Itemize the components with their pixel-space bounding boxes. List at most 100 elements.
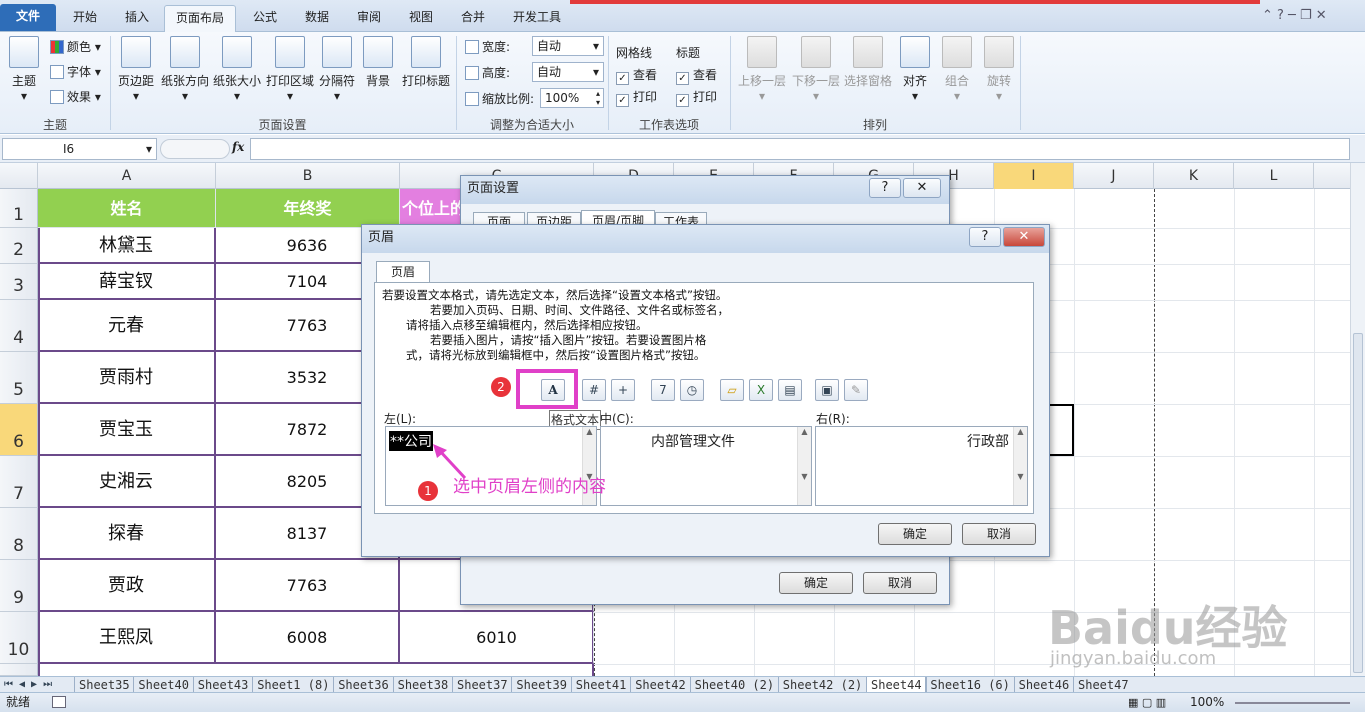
background-button[interactable]: 背景 [362,36,394,89]
sheet-tab[interactable]: Sheet37 [452,677,512,693]
row-header[interactable]: 1 [0,189,38,228]
tab-data[interactable]: 数据 [294,5,340,32]
breaks-button[interactable]: 分隔符 ▾ [318,36,356,103]
select-all-corner[interactable] [0,163,38,189]
sheet-nav-arrows[interactable]: ⏮ ◀ ▶ ⏭ [4,677,52,693]
sheet-tab[interactable]: Sheet47 [1073,677,1133,693]
tab-review[interactable]: 审阅 [346,5,392,32]
insert-picture-icon[interactable]: ▣ [815,379,839,401]
column-header[interactable]: J [1074,163,1154,189]
table-cell[interactable]: 元春 [38,300,216,352]
column-header[interactable]: K [1154,163,1234,189]
zoom-level[interactable]: 100% [1190,693,1224,712]
column-header[interactable]: A [38,163,216,189]
sheet-tab[interactable]: Sheet43 [192,677,253,693]
tab-file[interactable]: 文件 [0,4,56,31]
help-button[interactable]: ? [969,227,1001,247]
tab-header[interactable]: 页眉 [376,261,430,283]
row-header[interactable]: 9 [0,560,38,612]
vertical-scrollbar[interactable] [1350,163,1365,676]
formula-input[interactable] [250,138,1350,160]
header-bonus[interactable]: 年终奖 [216,189,400,228]
table-cell[interactable]: 史湘云 [38,456,216,508]
scrollbar[interactable]: ▲ ▼ [1013,427,1027,505]
row-header[interactable]: 5 [0,352,38,404]
row-header[interactable] [0,664,38,676]
table-cell[interactable]: 7763 [216,560,400,612]
gridlines-print-checkbox[interactable]: ✓ 打印 [616,88,657,107]
insert-date-icon[interactable]: 7 [651,379,675,401]
colors-button[interactable]: 颜色 ▾ [50,38,101,55]
row-header-selected[interactable]: 6 [0,404,38,456]
help-button[interactable]: ? [869,178,901,198]
print-area-button[interactable]: 打印区域 ▾ [264,36,316,103]
macro-record-icon[interactable] [52,696,66,708]
header-ok-button[interactable]: 确定 [878,523,952,545]
tab-view[interactable]: 视图 [398,5,444,32]
theme-button[interactable]: 主题 ▾ [6,36,42,103]
tab-merge[interactable]: 合并 [450,5,496,32]
sheet-tab[interactable]: Sheet16 (6) [925,677,1013,693]
insert-filename-icon[interactable]: X [749,379,773,401]
orientation-button[interactable]: 纸张方向 ▾ [160,36,210,103]
window-controls[interactable]: ⌃ ? ─ ❐ ✕ [1262,8,1327,23]
sheet-tab[interactable]: Sheet46 [1013,677,1074,693]
sheet-tab[interactable]: Sheet42 (2) [777,677,866,693]
row-header[interactable]: 4 [0,300,38,352]
sheet-tab[interactable]: Sheet39 [511,677,571,693]
page-setup-ok-button[interactable]: 确定 [779,572,853,594]
sheet-tab[interactable]: Sheet35 [74,677,134,693]
center-section-editor[interactable]: 内部管理文件 ▲ ▼ [600,426,812,506]
insert-time-icon[interactable]: ◷ [680,379,704,401]
height-select[interactable]: 自动 ▾ [532,62,604,82]
view-buttons[interactable]: ▦ ▢ ▥ [1128,693,1166,712]
table-cell[interactable]: 6010 [400,612,594,664]
table-cell[interactable]: 6008 [216,612,400,664]
zoom-slider[interactable] [1235,702,1350,704]
sheet-tab[interactable]: Sheet40 (2) [689,677,778,693]
name-box[interactable]: I6 ▾ [2,138,157,160]
sheet-tab[interactable]: Sheet44 [866,677,927,693]
center-section-text[interactable]: 内部管理文件 [651,431,735,451]
format-picture-icon[interactable]: ✎ [844,379,868,401]
gridlines-view-checkbox[interactable]: ✓ 查看 [616,66,657,85]
column-header[interactable]: L [1234,163,1314,189]
header-name[interactable]: 姓名 [38,189,216,228]
row-header[interactable]: 7 [0,456,38,508]
insert-page-number-icon[interactable]: # [582,379,606,401]
align-button[interactable]: 对齐 ▾ [898,36,932,103]
width-select[interactable]: 自动 ▾ [532,36,604,56]
insert-sheetname-icon[interactable]: ▤ [778,379,802,401]
rotate-button[interactable]: 旋转 ▾ [982,36,1016,103]
fx-icon[interactable]: fx [232,140,244,154]
row-header[interactable]: 2 [0,228,38,264]
sheet-tab[interactable]: Sheet42 [630,677,690,693]
row-header[interactable]: 8 [0,508,38,560]
row-header[interactable]: 3 [0,264,38,300]
insert-path-icon[interactable]: ▱ [720,379,744,401]
scale-spinner[interactable]: 100% ▴ ▾ [540,88,604,108]
send-backward-button[interactable]: 下移一层 ▾ [790,36,842,103]
column-header-selected[interactable]: I [994,163,1074,189]
effects-button[interactable]: 效果 ▾ [50,88,101,105]
print-titles-button[interactable]: 打印标题 [400,36,452,89]
headings-view-checkbox[interactable]: ✓ 查看 [676,66,717,85]
table-cell[interactable]: 王熙凤 [38,612,216,664]
table-cell[interactable]: 林黛玉 [38,228,216,264]
size-button[interactable]: 纸张大小 ▾ [212,36,262,103]
header-cancel-button[interactable]: 取消 [962,523,1036,545]
formula-bar-handle[interactable] [160,139,230,159]
group-button[interactable]: 组合 ▾ [940,36,974,103]
tab-formulas[interactable]: 公式 [242,5,288,32]
table-cell[interactable]: 探春 [38,508,216,560]
page-setup-cancel-button[interactable]: 取消 [863,572,937,594]
format-text-button[interactable]: A [541,379,565,401]
tab-developer[interactable]: 开发工具 [502,5,572,32]
close-button[interactable]: ✕ [903,178,941,198]
column-header[interactable]: B [216,163,400,189]
scrollbar[interactable]: ▲ ▼ [797,427,811,505]
tab-insert[interactable]: 插入 [114,5,160,32]
right-section-editor[interactable]: 行政部 ▲ ▼ [815,426,1028,506]
tab-home[interactable]: 开始 [62,5,108,32]
sheet-tab[interactable]: Sheet38 [392,677,453,693]
